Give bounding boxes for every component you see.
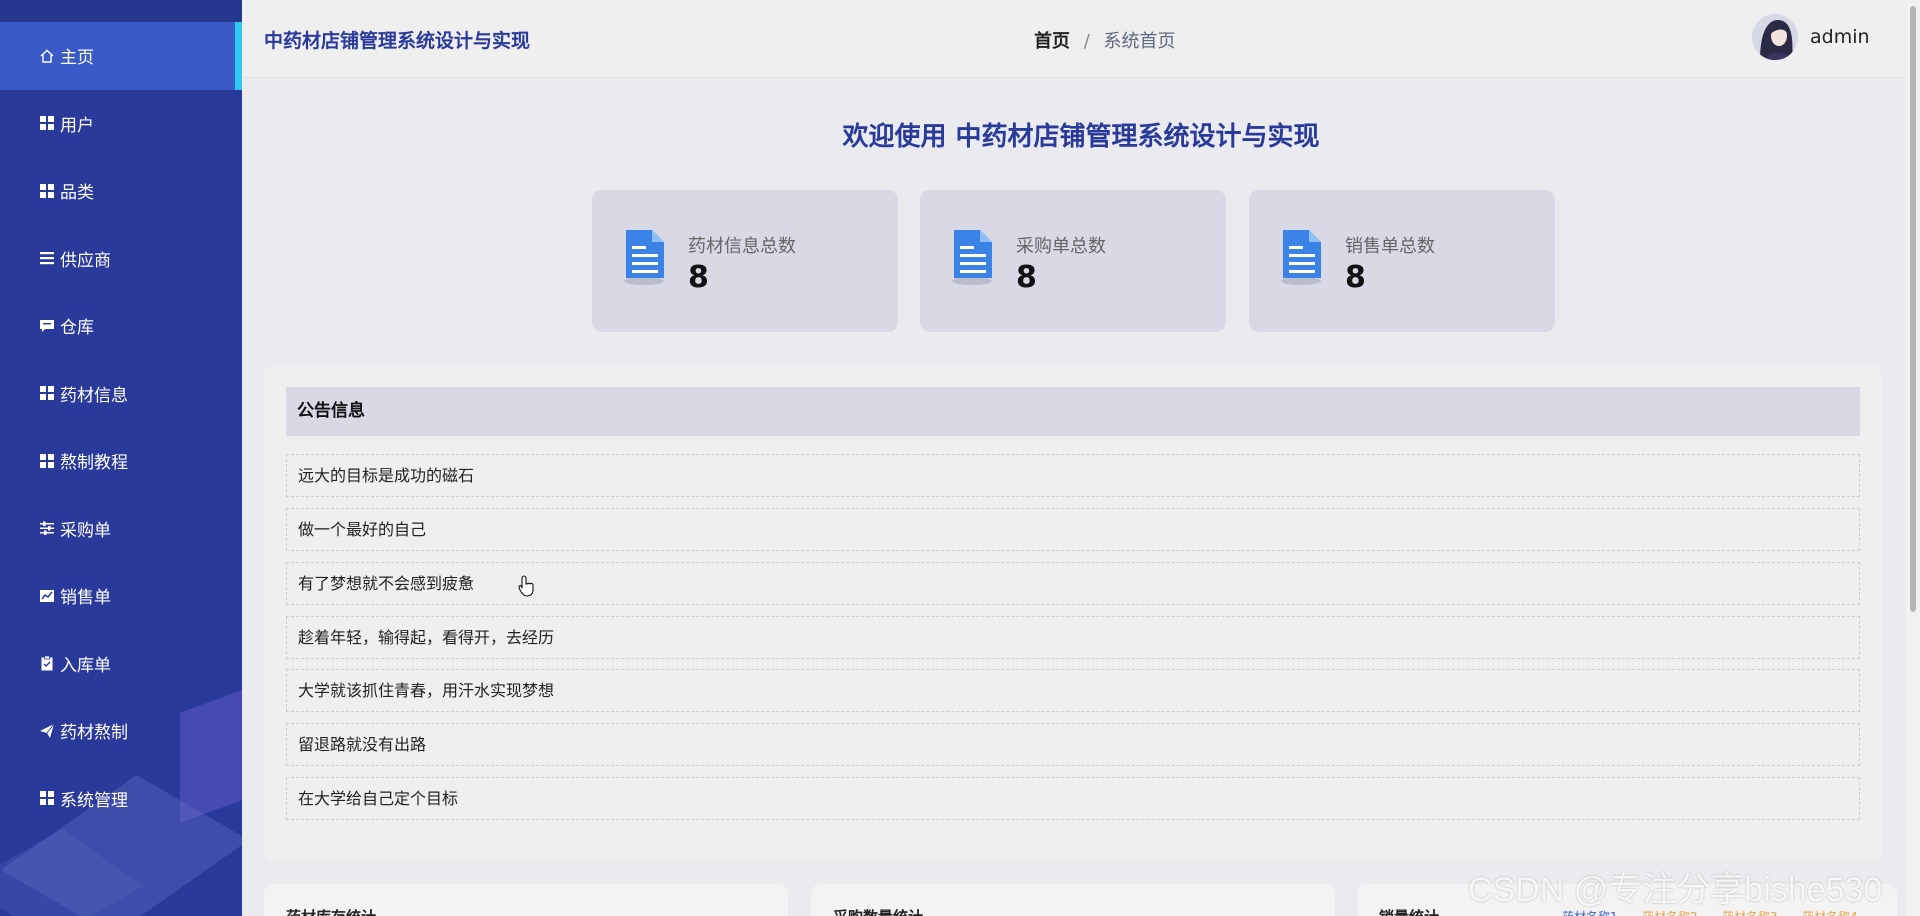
grid-icon — [38, 789, 56, 807]
document-icon — [624, 230, 664, 285]
breadcrumb: 首页 / 系统首页 — [1034, 27, 1176, 53]
clipboard-icon — [38, 654, 56, 672]
sidebar-item-label: 品类 — [60, 183, 94, 204]
stat-value: 8 — [1016, 260, 1037, 295]
sidebar-item-category[interactable]: 品类 — [0, 157, 242, 225]
notice-item[interactable]: 在大学给自己定个目标 — [286, 777, 1860, 820]
stat-label: 药材信息总数 — [688, 236, 796, 257]
top-header: 中药材店铺管理系统设计与实现 首页 / 系统首页 admin — [242, 0, 1920, 78]
hand-cursor-icon — [518, 575, 534, 597]
sidebar-item-label: 药材信息 — [60, 385, 128, 406]
sidebar-item-decoction[interactable]: 药材熬制 — [0, 697, 242, 765]
chart-card-purchase: 采购数量统计 — [811, 884, 1335, 916]
stat-card-purchase: 采购单总数 8 — [920, 190, 1226, 332]
list-icon — [38, 249, 56, 267]
stat-card-herbs: 药材信息总数 8 — [592, 190, 898, 332]
sidebar-item-warehouse[interactable]: 仓库 — [0, 292, 242, 360]
notice-item[interactable]: 趁着年轻，输得起，看得开，去经历 — [286, 616, 1860, 659]
stat-label: 销售单总数 — [1345, 236, 1435, 257]
avatar[interactable] — [1752, 14, 1798, 60]
sidebar-item-supplier[interactable]: 供应商 — [0, 225, 242, 293]
notice-item[interactable]: 大学就该抓住青春，用汗水实现梦想 — [286, 669, 1860, 712]
stat-card-sales: 销售单总数 8 — [1249, 190, 1555, 332]
send-icon — [38, 722, 56, 740]
sidebar-item-label: 采购单 — [60, 520, 111, 541]
grid-icon — [38, 182, 56, 200]
grid-icon — [38, 114, 56, 132]
sidebar-item-label: 主页 — [60, 48, 94, 69]
notice-item[interactable]: 做一个最好的自己 — [286, 508, 1860, 551]
chat-icon — [38, 317, 56, 335]
breadcrumb-separator: / — [1083, 31, 1090, 52]
document-icon — [1281, 230, 1321, 285]
stat-label: 采购单总数 — [1016, 236, 1106, 257]
sidebar-item-home[interactable]: 主页 — [0, 22, 242, 90]
app-title: 中药材店铺管理系统设计与实现 — [264, 30, 531, 52]
notice-panel: 公告信息 远大的目标是成功的磁石 做一个最好的自己 有了梦想就不会感到疲惫 趁着… — [264, 365, 1882, 861]
sidebar-item-herb-info[interactable]: 药材信息 — [0, 360, 242, 428]
grid-icon — [38, 384, 56, 402]
watermark-text: CSDN @专注分享bishe530 — [1468, 871, 1883, 909]
sidebar-item-label: 销售单 — [60, 588, 111, 609]
sidebar-item-label: 入库单 — [60, 655, 111, 676]
chart-card-title: 药材库存统计 — [286, 906, 376, 916]
notice-item[interactable]: 远大的目标是成功的磁石 — [286, 454, 1860, 497]
chart-card-title: 采购数量统计 — [833, 906, 923, 916]
welcome-title: 欢迎使用 中药材店铺管理系统设计与实现 — [842, 122, 1320, 152]
sidebar-item-label: 供应商 — [60, 250, 111, 271]
username[interactable]: admin — [1810, 26, 1870, 48]
chart-icon — [38, 587, 56, 605]
breadcrumb-current: 系统首页 — [1103, 31, 1176, 52]
sliders-icon — [38, 519, 56, 537]
notice-item[interactable]: 留退路就没有出路 — [286, 723, 1860, 766]
sidebar-item-tutorial[interactable]: 熬制教程 — [0, 427, 242, 495]
sidebar-item-label: 药材熬制 — [60, 723, 128, 744]
grid-icon — [38, 452, 56, 470]
sidebar-item-label: 用户 — [60, 115, 94, 136]
sidebar-top-strip — [0, 0, 242, 22]
sidebar-item-label: 仓库 — [60, 318, 94, 339]
sidebar-item-label: 系统管理 — [60, 790, 128, 811]
stat-value: 8 — [1345, 260, 1366, 295]
sidebar: 主页 用户 品类 供应商 仓库 药材信息 熬制教程 采购单 销售单 入库单 药材… — [0, 0, 242, 916]
sidebar-item-purchase[interactable]: 采购单 — [0, 495, 242, 563]
stat-value: 8 — [688, 260, 709, 295]
scrollbar-thumb[interactable] — [1910, 6, 1916, 612]
sidebar-item-label: 熬制教程 — [60, 453, 128, 474]
home-icon — [38, 47, 56, 65]
chart-card-title: 销量统计 — [1379, 906, 1439, 916]
breadcrumb-home[interactable]: 首页 — [1034, 31, 1070, 52]
chart-card-stock: 药材库存统计 — [264, 884, 788, 916]
sidebar-item-system[interactable]: 系统管理 — [0, 765, 242, 833]
sidebar-item-stock-in[interactable]: 入库单 — [0, 630, 242, 698]
user-menu[interactable]: admin — [1752, 14, 1870, 60]
notice-title: 公告信息 — [286, 387, 1860, 436]
page-scrollbar[interactable] — [1906, 0, 1920, 916]
sidebar-item-sales[interactable]: 销售单 — [0, 562, 242, 630]
document-icon — [952, 230, 992, 285]
sidebar-item-users[interactable]: 用户 — [0, 90, 242, 158]
sidebar-nav: 主页 用户 品类 供应商 仓库 药材信息 熬制教程 采购单 销售单 入库单 药材… — [0, 0, 242, 832]
